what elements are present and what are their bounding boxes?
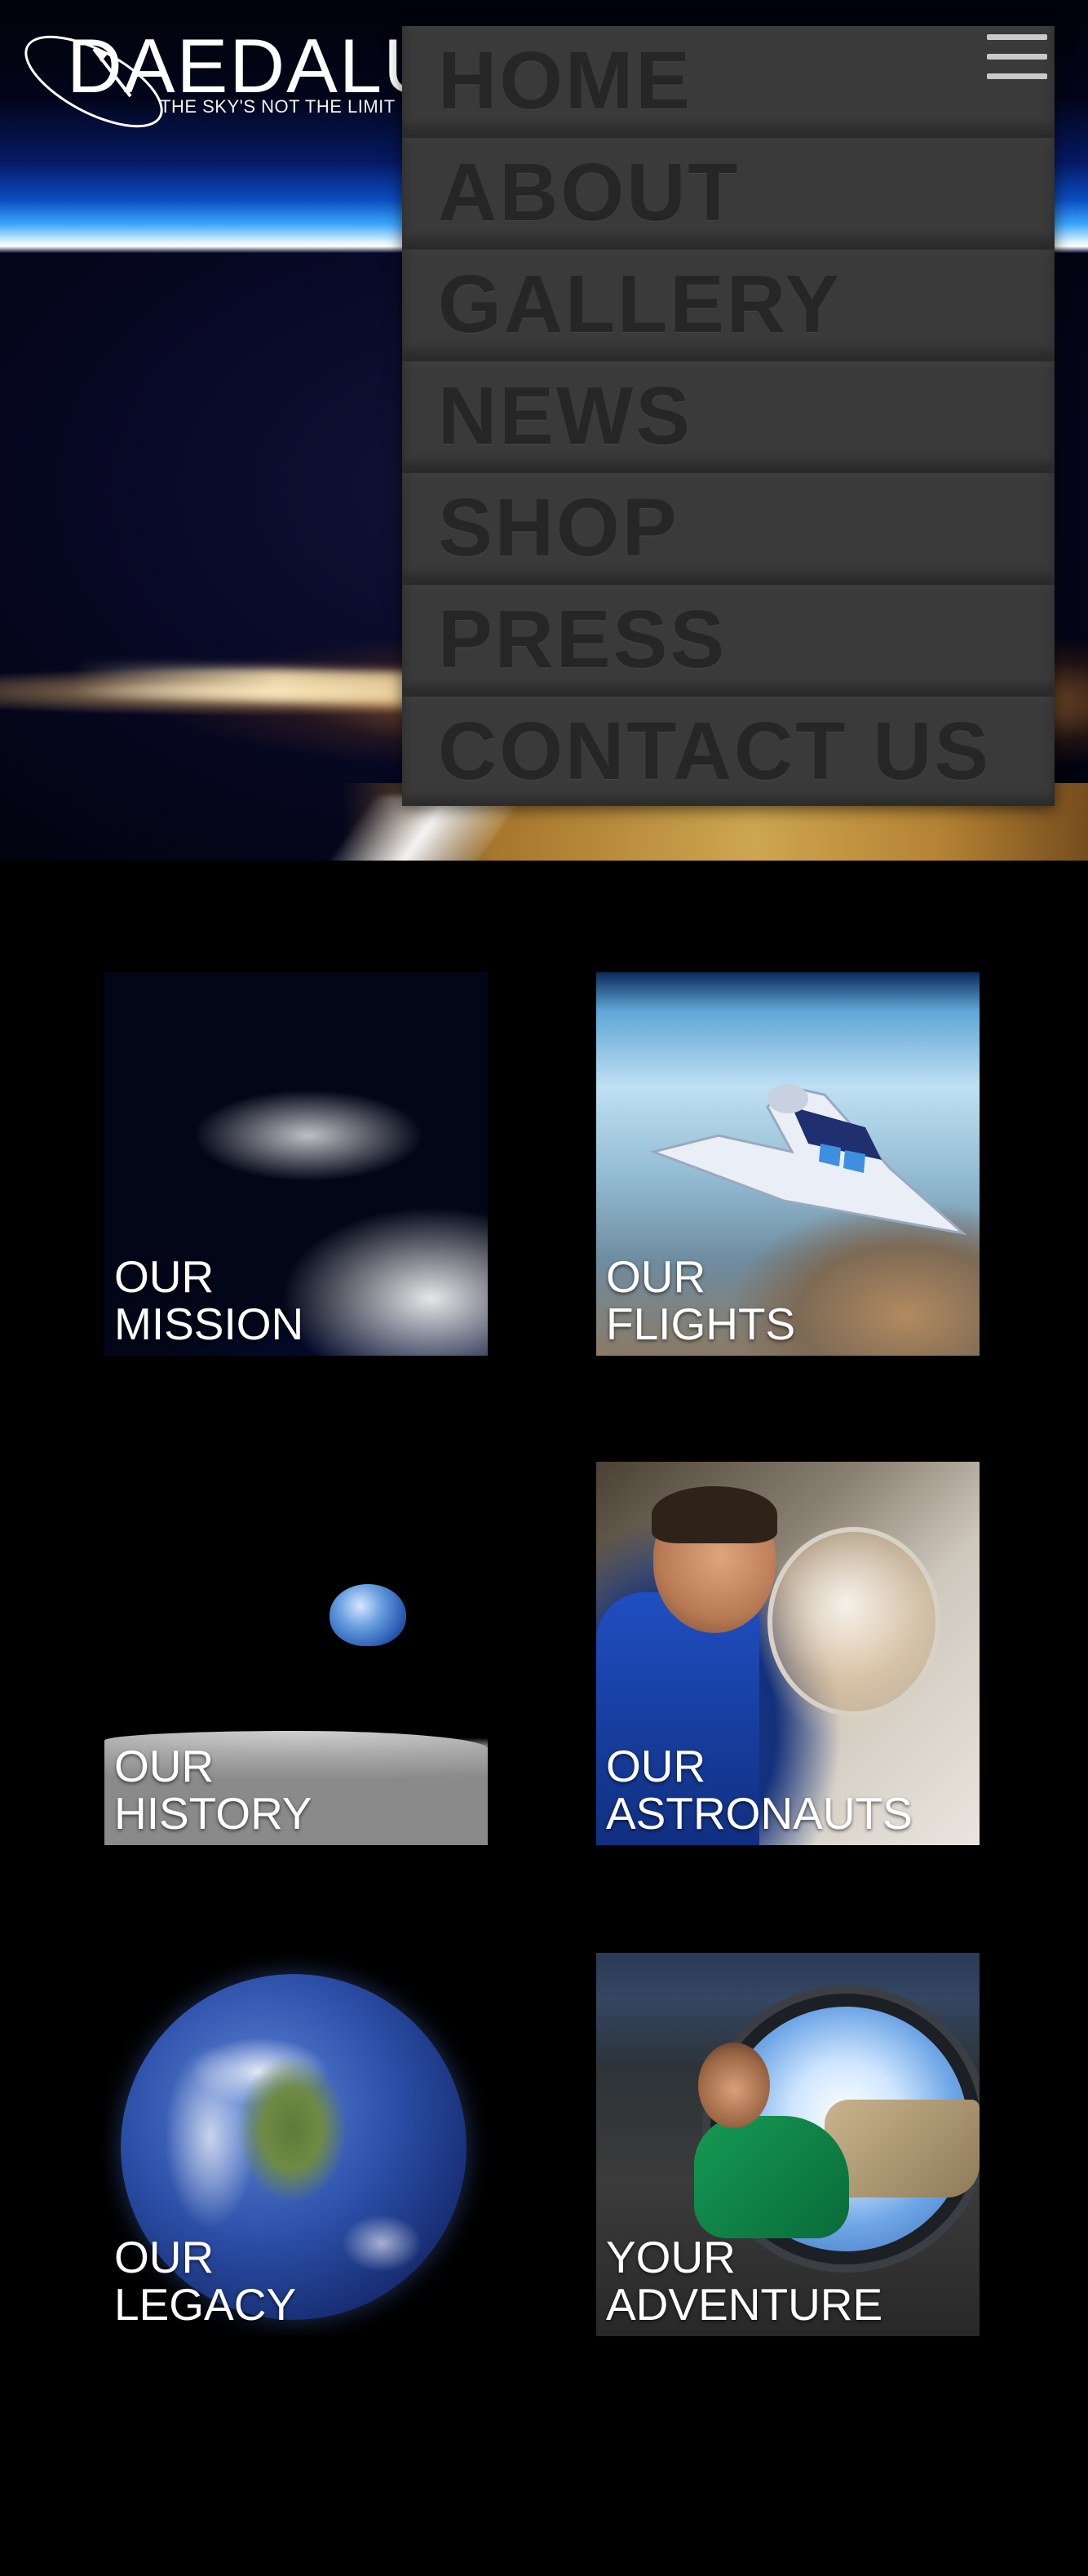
person-head-image [698,2043,770,2128]
brand-tagline: THE SKY'S NOT THE LIMIT [160,96,396,117]
tile-label-line1: OUR [114,1251,215,1302]
menu-item-shop[interactable]: SHOP [402,473,1055,585]
site-logo[interactable]: DAEDALU THE SKY'S NOT THE LIMIT [16,24,439,139]
tile-label-line1: OUR [606,1251,706,1302]
tile-our-flights[interactable]: OUR FLIGHTS [596,972,980,1356]
tile-label: OUR HISTORY [114,1742,312,1837]
menu-item-about[interactable]: ABOUT [402,138,1055,250]
menu-item-contact-us[interactable]: CONTACT US [402,697,1055,806]
tile-our-astronauts[interactable]: OUR ASTRONAUTS [596,1462,980,1845]
person-shirt-image [694,2116,849,2238]
menu-item-gallery[interactable]: GALLERY [402,250,1055,361]
tile-label-line2: MISSION [114,1299,304,1349]
tile-label: OUR ASTRONAUTS [606,1742,913,1837]
tile-label-line2: LEGACY [114,2279,297,2330]
tile-our-mission[interactable]: OUR MISSION [104,972,488,1356]
tile-label-line1: YOUR [606,2232,736,2282]
menu-item-label: ABOUT [438,147,741,238]
tile-label-line2: HISTORY [114,1788,312,1839]
tile-label-line1: OUR [606,1741,706,1791]
tile-label-line2: ASTRONAUTS [606,1788,913,1839]
tile-label-line2: ADVENTURE [606,2279,883,2330]
menu-item-label: NEWS [438,370,692,462]
main-nav-menu: HOME ABOUT GALLERY NEWS SHOP PRESS CONTA… [402,26,1055,806]
menu-item-label: HOME [438,35,692,126]
menu-item-home[interactable]: HOME [402,26,1055,138]
tile-label-line2: FLIGHTS [606,1299,796,1349]
menu-item-label: CONTACT US [438,706,992,797]
tile-label-line1: OUR [114,1741,215,1791]
hamburger-icon[interactable] [987,34,1047,86]
tile-label: OUR MISSION [114,1253,303,1348]
earthrise-image [329,1584,406,1646]
tile-label: OUR FLIGHTS [606,1253,795,1348]
tile-your-adventure[interactable]: YOUR ADVENTURE [596,1953,980,2336]
tile-our-legacy[interactable]: OUR LEGACY [104,1953,488,2336]
menu-item-label: PRESS [438,594,728,685]
spaceplane-image [648,1084,967,1236]
tile-our-history[interactable]: OUR HISTORY [104,1462,488,1845]
astronaut-hair-image [652,1486,777,1543]
menu-item-press[interactable]: PRESS [402,585,1055,697]
menu-item-label: SHOP [438,482,679,573]
brand-name: DAEDALU [67,23,441,108]
tile-label: YOUR ADVENTURE [606,2233,882,2328]
tile-label: OUR LEGACY [114,2233,296,2328]
space-helmet-image [767,1527,940,1716]
tile-label-line1: OUR [114,2232,215,2282]
menu-item-label: GALLERY [438,259,843,350]
menu-item-news[interactable]: NEWS [402,361,1055,473]
